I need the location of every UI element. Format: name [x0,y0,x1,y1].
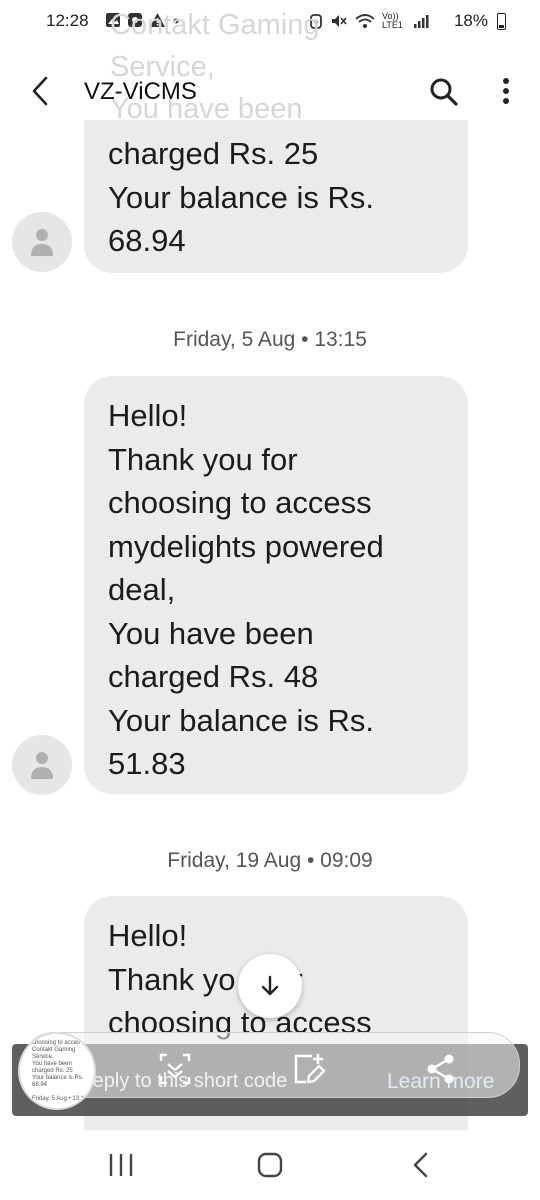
scroll-capture-icon [159,1053,191,1085]
date-header: Friday, 19 Aug • 09:09 [167,849,373,872]
arrow-down-icon [261,975,279,996]
wifi-icon [355,14,375,28]
navigation-bar [0,1130,540,1200]
share-icon [427,1054,454,1084]
more-vert-icon [503,78,509,104]
share-button[interactable] [424,1052,458,1086]
person-icon [31,229,53,256]
nav-back-button[interactable] [406,1150,436,1180]
status-time: 12:28 [46,11,89,30]
nav-back-icon [413,1152,428,1178]
search-button[interactable] [428,76,460,108]
back-button[interactable] [26,76,56,106]
home-icon [257,1152,283,1178]
recents-icon [109,1154,133,1176]
person-icon [31,752,53,779]
mute-icon [332,15,347,27]
recents-button[interactable] [106,1150,136,1180]
message-bubble[interactable]: charged Rs. 25 Your balance is Rs. 68.94 [84,120,468,273]
date-header: Friday, 5 Aug • 13:15 [173,328,367,351]
home-button[interactable] [255,1150,285,1180]
back-icon [32,76,48,106]
thumbnail-text: choosing to acces Contakt Gaming Service… [32,1040,88,1102]
scroll-capture-button[interactable] [158,1052,192,1086]
search-icon [430,78,458,106]
scroll-to-bottom-button[interactable] [238,954,302,1018]
network-label: Vo)) LTE1 [382,11,403,30]
battery-icon [497,13,506,30]
screenshot-thumbnail[interactable]: choosing to acces Contakt Gaming Service… [20,1034,94,1108]
battery-percentage: 18% [453,11,488,30]
signal-icon [414,15,429,28]
more-options-button[interactable] [496,76,516,108]
edit-screenshot-button[interactable] [292,1052,326,1086]
sender-avatar[interactable] [12,735,72,795]
conversation-title: VZ-ViCMS [84,78,197,105]
edit-screenshot-icon [294,1054,326,1084]
message-bubble[interactable]: Hello! Thank you for choosing to access … [84,376,468,794]
sender-avatar[interactable] [12,212,72,272]
